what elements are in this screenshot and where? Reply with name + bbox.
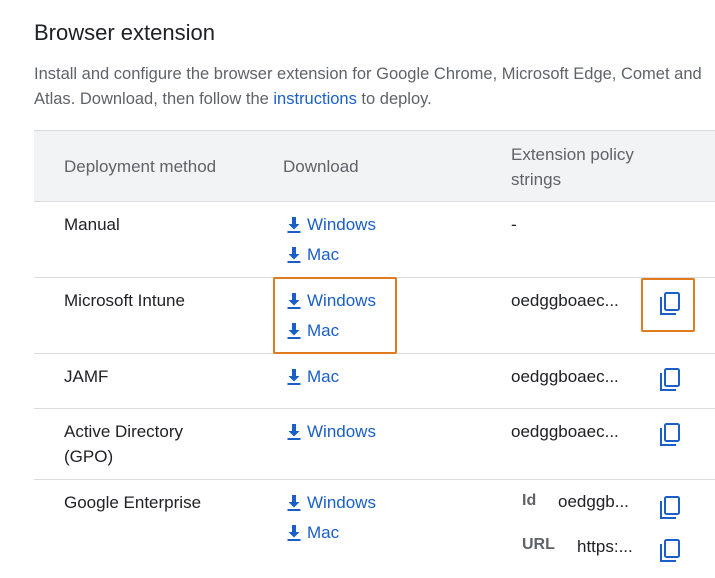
header-policy-line1: Extension policy bbox=[511, 145, 634, 164]
highlight-box-downloads bbox=[273, 277, 397, 354]
download-list: Windows Mac bbox=[287, 488, 376, 548]
download-windows-link[interactable]: Windows bbox=[287, 488, 376, 518]
table-row: JAMF Mac oedggboaec... bbox=[34, 354, 715, 409]
policy-url-label: URL bbox=[522, 536, 555, 553]
copy-button[interactable] bbox=[657, 421, 683, 449]
row-method: Google Enterprise bbox=[64, 493, 202, 512]
table-header: Deployment method Download Extension pol… bbox=[34, 130, 715, 202]
header-download: Download bbox=[283, 157, 359, 176]
table-row: Active Directory (GPO) Windows oedggboae… bbox=[34, 409, 715, 480]
download-label: Windows bbox=[307, 493, 376, 512]
header-deployment-method: Deployment method bbox=[64, 157, 217, 176]
policy-id-value: oedggb... bbox=[558, 492, 629, 511]
table-row: Google Enterprise Windows Mac Id oedggb.… bbox=[34, 480, 715, 578]
copy-url-button[interactable] bbox=[657, 537, 683, 565]
row-method-line2: (GPO) bbox=[64, 447, 114, 466]
section-title: Browser extension bbox=[34, 20, 215, 45]
download-list: Windows bbox=[287, 417, 376, 447]
section-description: Install and configure the browser extens… bbox=[34, 62, 709, 112]
download-arrow-icon bbox=[287, 424, 301, 440]
table-row: Manual Windows Mac - bbox=[34, 202, 715, 278]
download-windows-link[interactable]: Windows bbox=[287, 417, 376, 447]
download-arrow-icon bbox=[287, 369, 301, 385]
header-policy-line2: strings bbox=[511, 170, 562, 189]
download-arrow-icon bbox=[287, 525, 301, 541]
download-label: Mac bbox=[307, 245, 340, 264]
browser-extension-page: Browser extension Install and configure … bbox=[0, 0, 715, 578]
download-mac-link[interactable]: Mac bbox=[287, 518, 376, 548]
download-label: Windows bbox=[307, 215, 376, 234]
row-method: Microsoft Intune bbox=[64, 291, 185, 310]
policy-url-value: https:... bbox=[577, 537, 633, 556]
download-mac-link[interactable]: Mac bbox=[287, 362, 339, 392]
row-method: JAMF bbox=[64, 367, 109, 386]
copy-icon bbox=[660, 539, 680, 562]
policy-id-label: Id bbox=[522, 492, 537, 509]
download-arrow-icon bbox=[287, 247, 301, 263]
row-method-line1: Active Directory bbox=[64, 422, 184, 441]
download-list: Mac bbox=[287, 362, 339, 392]
policy-string: oedggboaec... bbox=[511, 422, 619, 441]
download-arrow-icon bbox=[287, 217, 301, 233]
copy-icon bbox=[660, 496, 680, 519]
highlight-box-copy bbox=[641, 278, 695, 332]
row-method: Manual bbox=[64, 215, 120, 234]
description-text-end: to deploy. bbox=[356, 90, 432, 108]
download-label: Mac bbox=[307, 367, 340, 386]
policy-string: oedggboaec... bbox=[511, 367, 619, 386]
download-label: Windows bbox=[307, 422, 376, 441]
copy-id-button[interactable] bbox=[657, 494, 683, 522]
policy-string: - bbox=[511, 215, 517, 234]
copy-icon bbox=[660, 423, 680, 446]
download-label: Mac bbox=[307, 523, 340, 542]
policy-string: oedggboaec... bbox=[511, 291, 619, 310]
copy-icon bbox=[660, 368, 680, 391]
download-list: Windows Mac bbox=[287, 210, 376, 270]
download-arrow-icon bbox=[287, 495, 301, 511]
deployment-table: Deployment method Download Extension pol… bbox=[34, 130, 715, 578]
copy-button[interactable] bbox=[657, 366, 683, 394]
download-mac-link[interactable]: Mac bbox=[287, 240, 376, 270]
download-windows-link[interactable]: Windows bbox=[287, 210, 376, 240]
instructions-link[interactable]: instructions bbox=[273, 90, 356, 108]
